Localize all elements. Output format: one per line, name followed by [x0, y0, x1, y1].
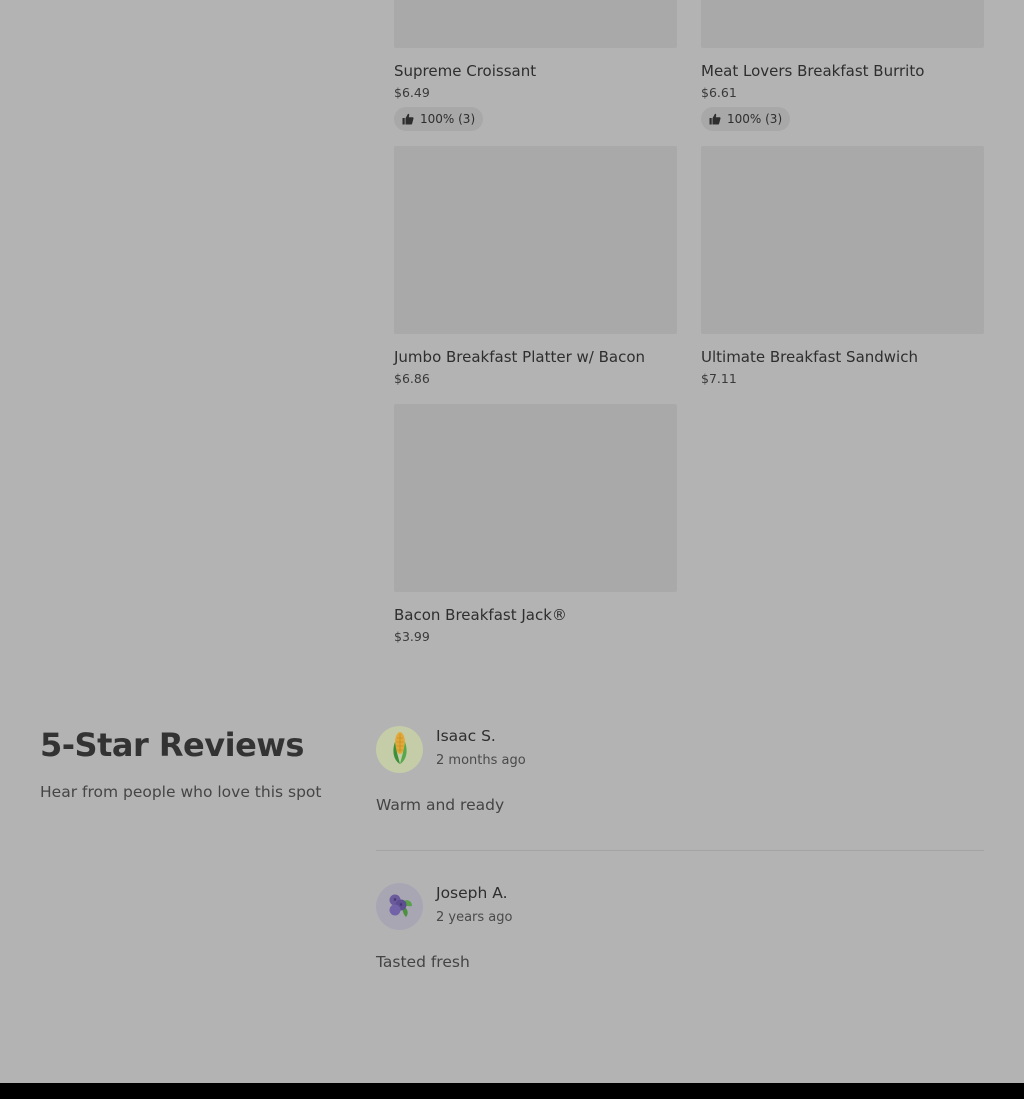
- menu-item-image[interactable]: [394, 146, 677, 334]
- review-text: Tasted fresh: [376, 953, 470, 971]
- rating-text: 100% (3): [420, 112, 476, 126]
- menu-item-name: Bacon Breakfast Jack®: [394, 606, 567, 624]
- review-author: Isaac S.: [436, 727, 496, 745]
- menu-item-image[interactable]: [394, 404, 677, 592]
- menu-item-price: $6.49: [394, 85, 430, 100]
- reviews-subheading: Hear from people who love this spot: [40, 783, 322, 801]
- menu-item-price: $6.86: [394, 371, 430, 386]
- menu-item-name: Jumbo Breakfast Platter w/ Bacon: [394, 348, 646, 366]
- review-date: 2 years ago: [436, 910, 513, 925]
- reviews-heading: 5-Star Reviews: [40, 726, 304, 764]
- review-divider: [376, 850, 984, 851]
- thumbs-up-icon: [402, 113, 414, 125]
- corn-icon: [387, 730, 413, 770]
- review-item: Isaac S. 2 months ago Warm and ready: [376, 726, 984, 826]
- avatar: [376, 726, 423, 773]
- menu-item-name: Ultimate Breakfast Sandwich: [701, 348, 918, 366]
- menu-item-card[interactable]: Jumbo Breakfast Platter w/ Bacon $6.86: [394, 146, 677, 387]
- menu-item-price: $7.11: [701, 371, 737, 386]
- review-text: Warm and ready: [376, 796, 505, 814]
- menu-item-card[interactable]: Meat Lovers Breakfast Burrito $6.61 100%…: [701, 0, 984, 131]
- menu-item-rating-badge: 100% (3): [701, 107, 791, 131]
- menu-item-image[interactable]: [701, 146, 984, 334]
- menu-item-image[interactable]: [394, 0, 677, 48]
- menu-item-image[interactable]: [701, 0, 984, 48]
- menu-item-rating-badge: 100% (3): [394, 107, 484, 131]
- menu-item-name: Meat Lovers Breakfast Burrito: [701, 62, 925, 80]
- menu-item-price: $3.99: [394, 629, 430, 644]
- menu-item-name: Supreme Croissant: [394, 62, 537, 80]
- menu-item-card[interactable]: Bacon Breakfast Jack® $3.99: [394, 404, 677, 645]
- review-item: Joseph A. 2 years ago Tasted fresh: [376, 883, 984, 983]
- footer-bar: [0, 1083, 1024, 1099]
- review-author: Joseph A.: [436, 884, 508, 902]
- rating-text: 100% (3): [727, 112, 783, 126]
- menu-item-card[interactable]: Supreme Croissant $6.49 100% (3): [394, 0, 677, 131]
- blueberry-icon: [385, 890, 415, 924]
- avatar: [376, 883, 423, 930]
- review-date: 2 months ago: [436, 753, 526, 768]
- menu-item-card[interactable]: Ultimate Breakfast Sandwich $7.11: [701, 146, 984, 387]
- thumbs-up-icon: [709, 113, 721, 125]
- menu-item-price: $6.61: [701, 85, 737, 100]
